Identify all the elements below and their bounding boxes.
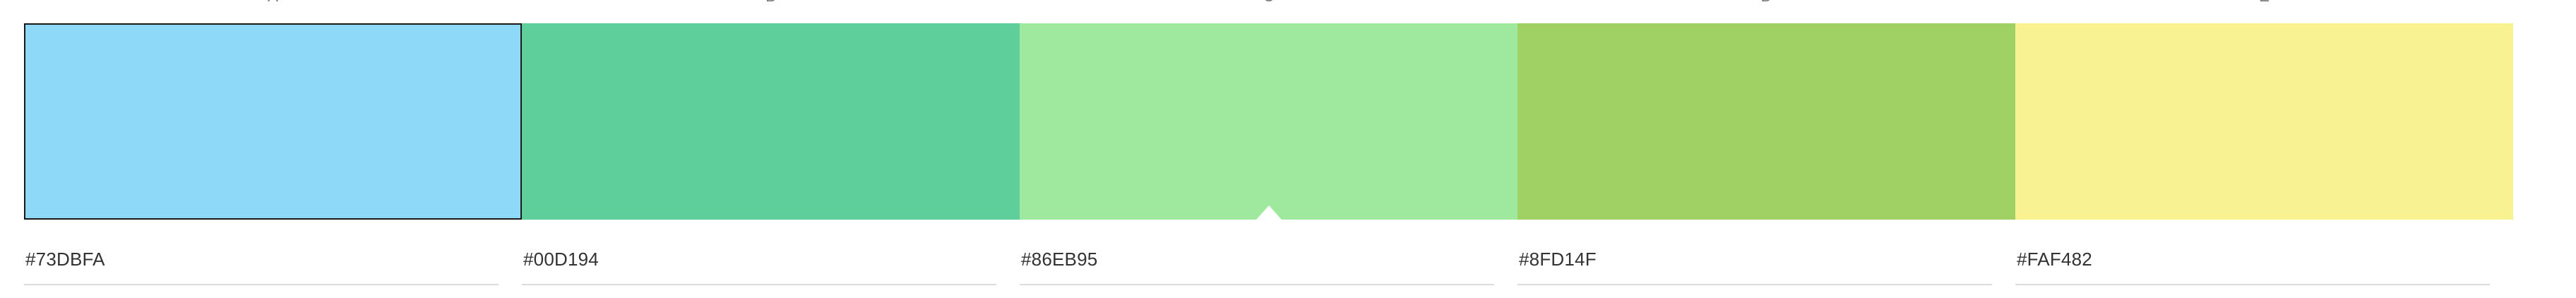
palette-slot-c: C #86EB95 [1020, 0, 1517, 298]
slot-letter-label: D [1517, 0, 2015, 4]
color-swatch-b[interactable] [522, 23, 1020, 220]
slot-letter-label: A [24, 0, 522, 4]
hex-input-c[interactable]: #86EB95 [1020, 249, 1494, 285]
hex-value-text: #FAF482 [2017, 249, 2092, 270]
palette-slot-b: B #00D194 [522, 0, 1020, 298]
active-swatch-marker-icon [1256, 205, 1282, 220]
slot-letter-label: E [2015, 0, 2513, 4]
hex-input-d[interactable]: #8FD14F [1517, 249, 1992, 285]
palette-slot-e: E #FAF482 [2015, 0, 2513, 298]
palette-slot-d: D #8FD14F [1517, 0, 2015, 298]
palette-slot-a: A #73DBFA [24, 0, 522, 298]
hex-input-a[interactable]: #73DBFA [24, 249, 499, 285]
color-swatch-e[interactable] [2015, 23, 2513, 220]
color-swatch-a[interactable] [24, 23, 522, 220]
color-swatch-d[interactable] [1517, 23, 2015, 220]
slot-letter-label: C [1020, 0, 1517, 4]
hex-value-text: #00D194 [523, 249, 599, 270]
hex-value-text: #8FD14F [1519, 249, 1597, 270]
hex-input-e[interactable]: #FAF482 [2015, 249, 2490, 285]
color-swatch-c[interactable] [1020, 23, 1517, 220]
color-palette: A #73DBFA B #00D194 C #86EB95 D #8FD14F … [0, 0, 2576, 298]
hex-value-text: #73DBFA [25, 249, 105, 270]
hex-value-text: #86EB95 [1021, 249, 1098, 270]
hex-input-b[interactable]: #00D194 [522, 249, 996, 285]
slot-letter-label: B [522, 0, 1020, 4]
